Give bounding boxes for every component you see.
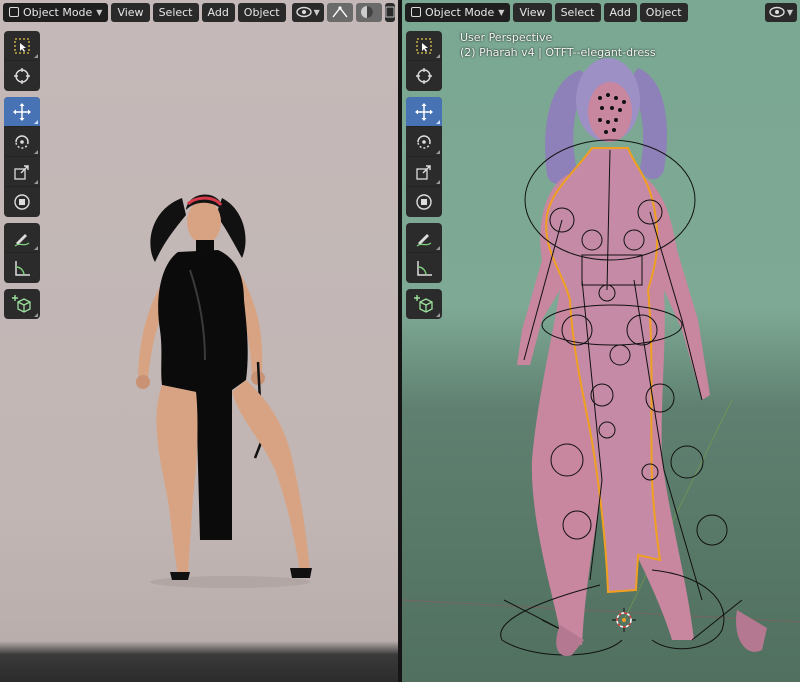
solid-view-character[interactable] <box>402 0 800 682</box>
rendered-character[interactable] <box>0 0 398 682</box>
right-viewport[interactable]: Object Mode ▼ View Select Add Object ▼ U… <box>402 0 800 682</box>
left-viewport[interactable]: Object Mode ▼ View Select Add Object ▼ <box>0 0 398 682</box>
